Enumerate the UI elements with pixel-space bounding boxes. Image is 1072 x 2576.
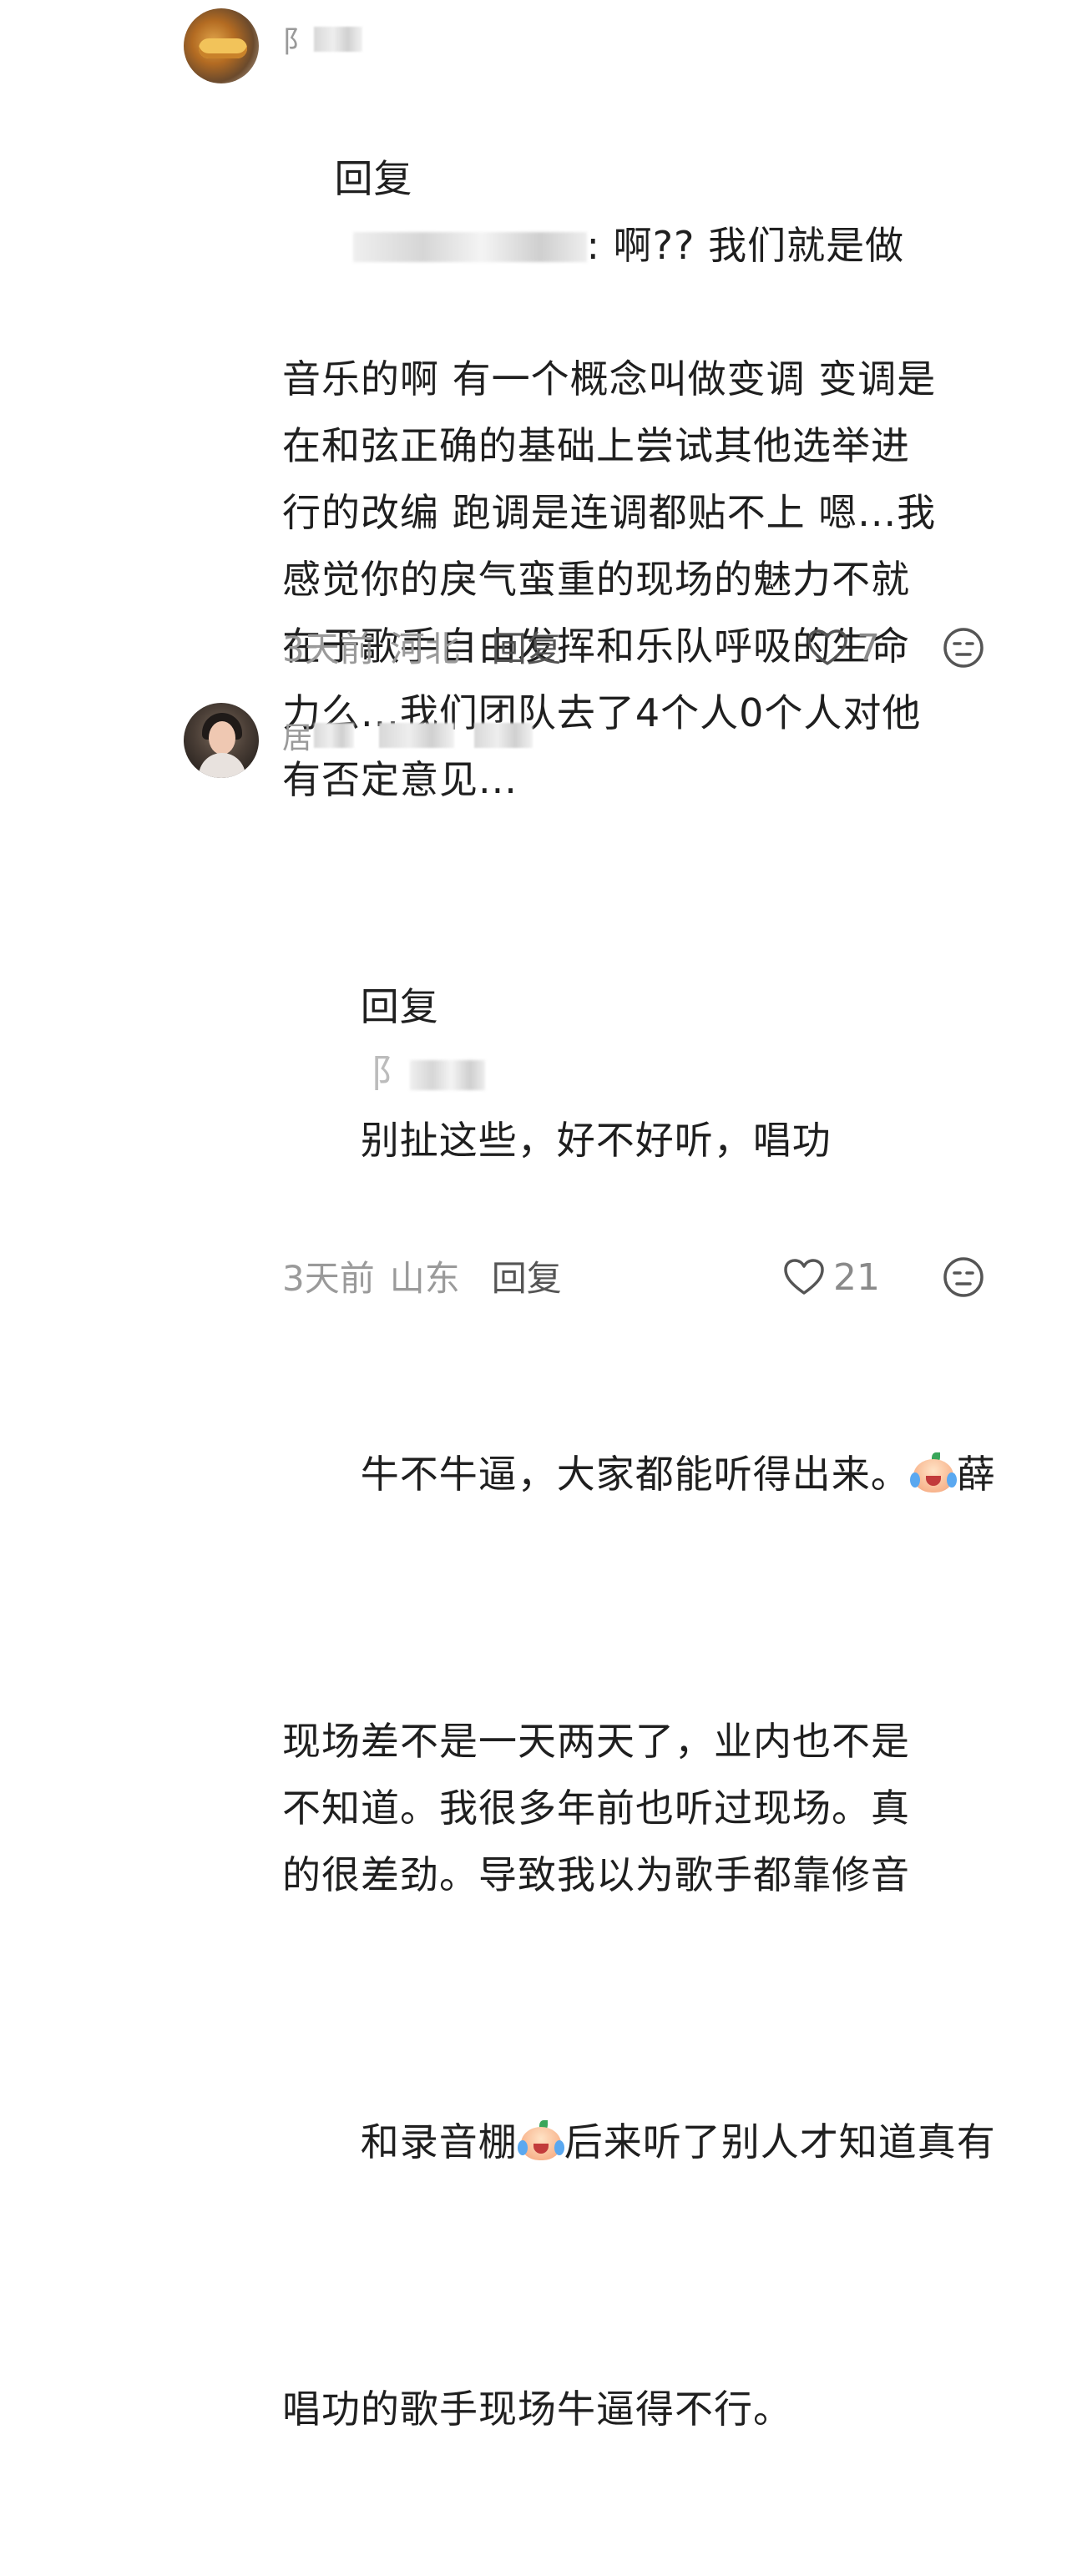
comment-time: 3天前 [282, 1257, 375, 1299]
reply-line-2-tail: 薛 [956, 1452, 996, 1497]
like-count: 21 [833, 1255, 880, 1299]
avatar[interactable] [184, 703, 259, 778]
comment-location: 山东 [389, 1257, 460, 1299]
avatar-face [209, 721, 235, 755]
reply-line-7: 唱功的歌手现场牛逼得不行。 [282, 2387, 792, 2432]
reply-target-char: 阝 [370, 1051, 410, 1096]
username-redacted [379, 723, 455, 748]
crying-peach-emoji-icon [909, 1451, 957, 1494]
username[interactable]: 居 [282, 715, 533, 756]
reply-line-1-text: 别扯这些，好不好听，唱功 [360, 1118, 832, 1163]
reply-line-1: : 啊?? 我们就是做 [586, 223, 905, 268]
reply-prefix: 回复 [334, 156, 413, 201]
reply-line-2: 牛不牛逼，大家都能听得出来。 薛 [282, 1374, 1034, 1574]
comment-location: 河北 [389, 628, 460, 669]
reply-prefix: 回复 [360, 984, 439, 1029]
username-visible-char: 居 [282, 721, 315, 755]
reply-line-1: 回复 阝 别扯这些，好不好听，唱功 [282, 907, 1034, 1240]
username-visible-char: 阝 [282, 25, 315, 59]
username-redacted [314, 27, 363, 52]
food-photo-avatar-icon [199, 38, 247, 58]
reply-line-6-head: 和录音棚 [360, 2119, 518, 2164]
like-count: 7 [857, 626, 880, 669]
username-redacted [314, 723, 355, 748]
reply-line-6-tail: 后来听了别人才知道真有 [564, 2119, 996, 2164]
reply-target-redacted [409, 1060, 485, 1090]
heart-icon [784, 1259, 824, 1295]
crying-peach-emoji-icon [517, 2119, 564, 2162]
reply-line-6: 和录音棚 后来听了别人才知道真有 [282, 2042, 1034, 2242]
reply-line-2-text: 牛不牛逼，大家都能听得出来。 [360, 1452, 910, 1497]
comment-meta: 3天前 河北 回复 [282, 621, 1034, 671]
comment-body: 回复 阝 别扯这些，好不好听，唱功 牛不牛逼，大家都能听得出来。 薛 现场差不是一… [282, 773, 1034, 2576]
avatar[interactable] [184, 8, 259, 83]
avatar-body [199, 753, 245, 778]
comment-meta: 3天前 山东 回复 [282, 1250, 1034, 1301]
reply-target-redacted [352, 232, 587, 262]
reply-button[interactable]: 回复 [492, 621, 562, 672]
like-button[interactable]: 21 [783, 1252, 880, 1302]
reply-middle: 现场差不是一天两天了，业内也不是 不知道。我很多年前也听过现场。真 的很差劲。导… [282, 1719, 910, 1897]
like-button[interactable]: 7 [807, 623, 880, 673]
reply-button[interactable]: 回复 [492, 1250, 562, 1301]
username-redacted [474, 723, 533, 748]
neutral-face-icon[interactable] [942, 1255, 985, 1299]
heart-icon [807, 629, 847, 665]
username[interactable]: 阝 [282, 18, 363, 60]
neutral-face-icon[interactable] [942, 626, 985, 669]
comment-time: 3天前 [282, 628, 375, 669]
